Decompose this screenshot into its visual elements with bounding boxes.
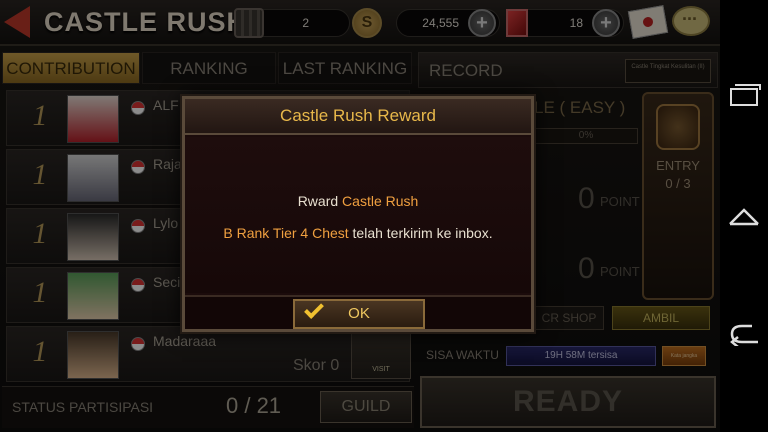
ok-button[interactable]: OK bbox=[293, 299, 425, 329]
reward-detail-suffix: telah terkirim ke inbox. bbox=[348, 225, 493, 241]
reward-message: Rward Castle Rush bbox=[185, 193, 531, 209]
reward-event-name: Castle Rush bbox=[342, 193, 419, 209]
reward-item-name: B Rank Tier 4 Chest bbox=[223, 225, 349, 241]
game-view: CASTLE RUSH 2 S 24,555 + 18 + CONTRIBUTI… bbox=[0, 0, 720, 432]
reward-message-prefix: Rward bbox=[297, 193, 343, 209]
screen: CASTLE RUSH 2 S 24,555 + 18 + CONTRIBUTI… bbox=[0, 0, 768, 432]
reward-detail: B Rank Tier 4 Chest telah terkirim ke in… bbox=[185, 225, 531, 241]
ok-label: OK bbox=[348, 305, 370, 322]
reward-dialog: Castle Rush Reward Rward Castle Rush B R… bbox=[182, 96, 534, 332]
back-icon[interactable] bbox=[728, 324, 762, 346]
recent-apps-icon[interactable] bbox=[730, 84, 761, 106]
android-nav-bar bbox=[720, 0, 768, 432]
check-icon bbox=[304, 299, 324, 319]
home-icon[interactable] bbox=[728, 206, 760, 226]
dialog-footer: OK bbox=[185, 295, 531, 329]
dialog-title: Castle Rush Reward bbox=[185, 99, 531, 135]
dialog-body: Rward Castle Rush B Rank Tier 4 Chest te… bbox=[185, 137, 531, 293]
